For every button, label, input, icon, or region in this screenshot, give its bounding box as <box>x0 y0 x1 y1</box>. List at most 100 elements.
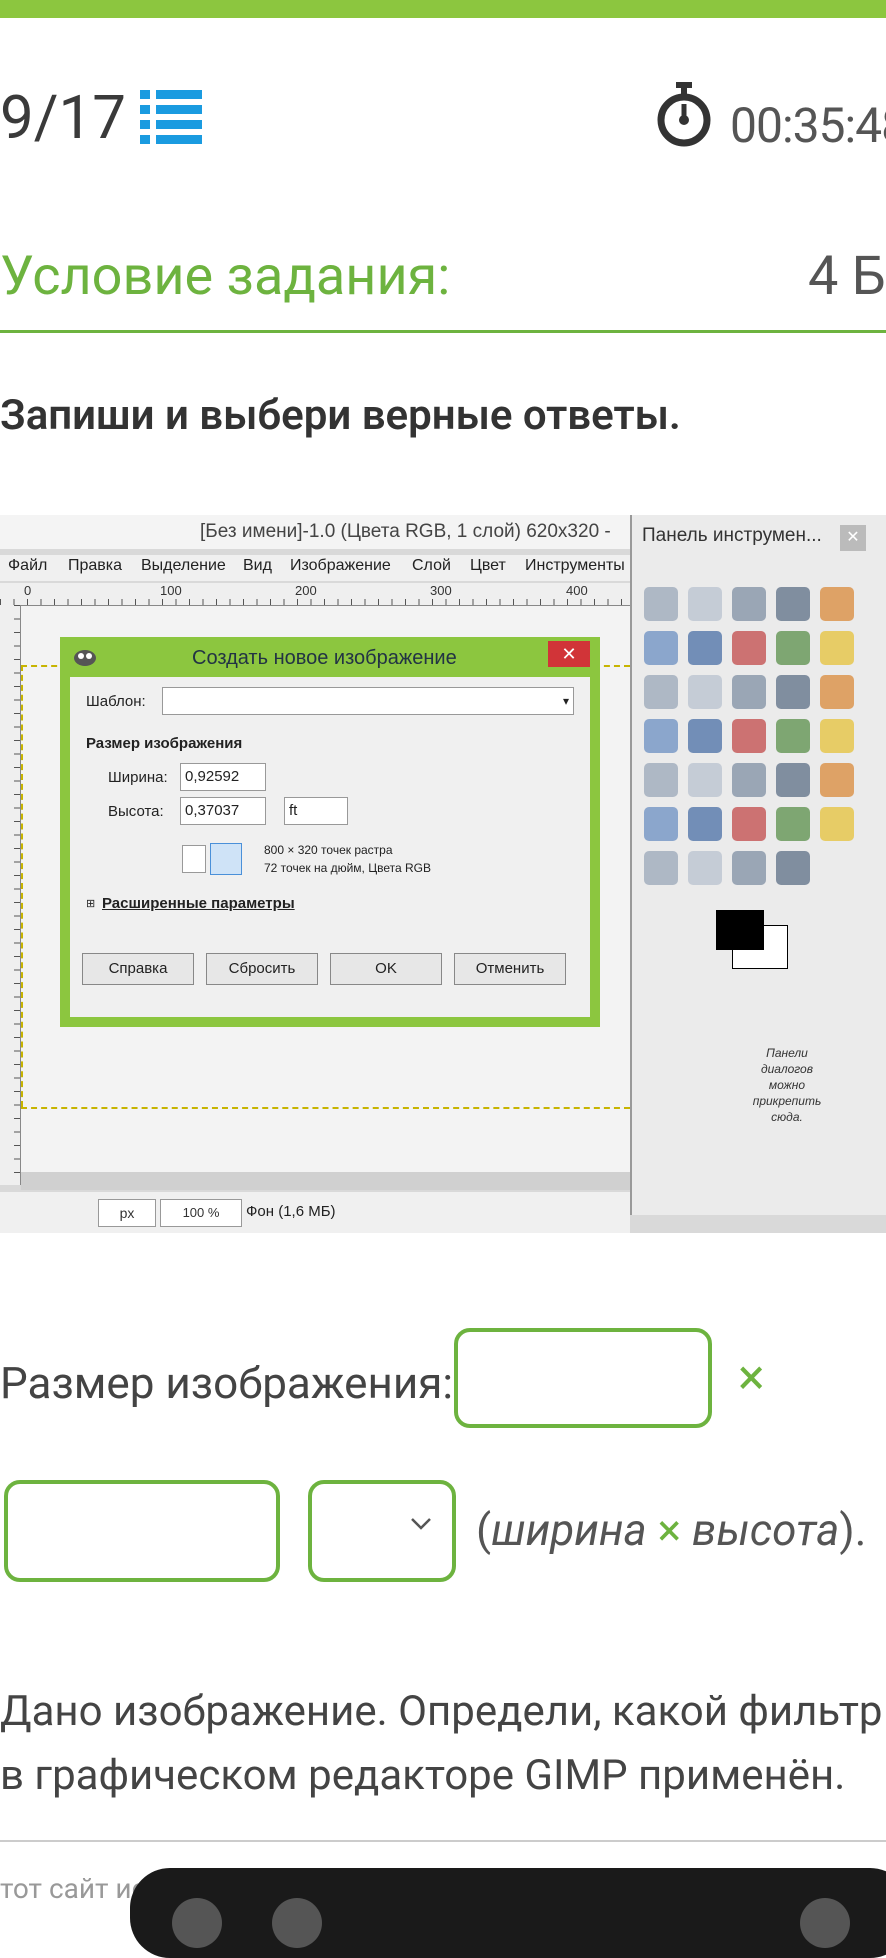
question-list-icon[interactable] <box>140 88 202 144</box>
reset-button: Сбросить <box>206 953 318 985</box>
gimp-tool-icon <box>688 719 722 753</box>
gimp-tool-icon <box>644 807 678 841</box>
status-unit: px <box>98 1199 156 1227</box>
unit-select[interactable] <box>308 1480 456 1582</box>
height-label: Высота: <box>108 803 164 820</box>
dialog-title: Создать новое изображение <box>192 647 457 669</box>
width-answer-input[interactable] <box>454 1328 712 1428</box>
gimp-hscrollbar <box>21 1172 630 1190</box>
gimp-vertical-ruler <box>0 605 21 1185</box>
gimp-menu-item: Цвет <box>470 557 506 574</box>
gimp-tool-icon <box>732 675 766 709</box>
dialog-close-icon: ✕ <box>548 641 590 667</box>
gimp-tool-icon <box>776 719 810 753</box>
gimp-tool-icon <box>688 763 722 797</box>
gimp-menu-item: Файл <box>8 557 48 574</box>
gimp-tool-icon <box>776 631 810 665</box>
gimp-menubar: Файл Правка Выделение Вид Изображение Сл… <box>0 555 630 581</box>
gimp-menu-item: Изображение <box>290 557 391 574</box>
hint-height: высота <box>692 1504 840 1556</box>
task2-line: в графическом редакторе GIMP применён. <box>0 1751 846 1800</box>
gimp-tool-icon <box>776 807 810 841</box>
gimp-tool-icon <box>820 763 854 797</box>
expand-icon: ⊞ <box>86 898 96 910</box>
condition-title: Условие задания: <box>0 245 451 308</box>
chevron-down-icon <box>411 1518 431 1530</box>
gimp-tool-icon <box>644 851 678 885</box>
hint-close-paren: ). <box>839 1504 867 1556</box>
hint-times-sign: × <box>657 1504 682 1556</box>
status-layer: Фон (1,6 МБ) <box>246 1203 336 1220</box>
toolbox-hint: Панели диалогов можно прикрепить сюда. <box>752 1046 822 1124</box>
portrait-icon <box>182 845 206 873</box>
gimp-tool-icon <box>688 587 722 621</box>
gimp-menu-item: Инструменты <box>525 557 625 574</box>
gimp-menu-item: Слой <box>412 557 451 574</box>
ruler-mark: 100 <box>160 583 182 598</box>
help-button: Справка <box>82 953 194 985</box>
gimp-tool-icon <box>820 719 854 753</box>
timer-display: 00:35:48 <box>730 97 886 154</box>
gimp-tool-icon <box>732 631 766 665</box>
gimp-tool-icon <box>732 807 766 841</box>
image-size-label: Размер изображения: <box>0 1357 454 1409</box>
gimp-tool-icon <box>820 807 854 841</box>
header-divider <box>0 330 886 333</box>
gimp-logo-icon <box>74 650 96 666</box>
close-icon[interactable] <box>800 1898 850 1948</box>
foreground-color-swatch <box>716 910 764 950</box>
ruler-mark: 200 <box>295 583 317 598</box>
gimp-tool-icon <box>732 851 766 885</box>
gimp-tool-icon <box>688 631 722 665</box>
template-label: Шаблон: <box>86 693 146 710</box>
task-instruction: Запиши и выбери верные ответы. <box>0 391 681 440</box>
dialog-body: Шаблон: ▾ Размер изображения Ширина: 0,9… <box>70 677 590 1017</box>
advanced-options: Расширенные параметры <box>102 895 295 912</box>
gimp-tool-icon <box>776 851 810 885</box>
task2-line: Дано изображение. Определи, какой фильтр <box>0 1687 883 1736</box>
gimp-horizontal-ruler: 0 100 200 300 400 <box>0 583 630 606</box>
gimp-tool-icon <box>688 851 722 885</box>
hint-width: ширина <box>491 1504 647 1556</box>
times-sign: × <box>738 1349 765 1407</box>
unit-value: ft <box>284 797 348 825</box>
landscape-icon <box>210 843 242 875</box>
new-image-dialog: Создать новое изображение ✕ Шаблон: ▾ Ра… <box>60 637 600 1027</box>
ok-button: OK <box>330 953 442 985</box>
gimp-tool-icon <box>776 763 810 797</box>
gimp-tool-icon <box>776 675 810 709</box>
ruler-mark: 0 <box>24 583 32 598</box>
height-value: 0,37037 <box>180 797 266 825</box>
canvas-boundary <box>21 665 23 1107</box>
gimp-tool-icon <box>776 587 810 621</box>
image-info-line2: 72 точек на дюйм, Цвета RGB <box>264 861 431 875</box>
points-badge: 4 Б. <box>808 245 886 308</box>
gimp-tool-icon <box>732 763 766 797</box>
gimp-tool-icon <box>820 675 854 709</box>
edit-icon[interactable] <box>172 1898 222 1948</box>
ruler-mark: 400 <box>566 583 588 598</box>
toolbox-title: Панель инструмен... <box>642 525 822 546</box>
toolbox-close-icon: ✕ <box>840 525 866 551</box>
top-accent-bar <box>0 0 886 18</box>
dimensions-hint: (ширина × высота). <box>476 1502 866 1558</box>
height-answer-input[interactable] <box>4 1480 280 1582</box>
footer-text: тот сайт ис <box>0 1872 147 1905</box>
gimp-tool-icon <box>644 675 678 709</box>
width-value: 0,92592 <box>180 763 266 791</box>
gimp-tool-icon <box>644 719 678 753</box>
gimp-menu-item: Правка <box>68 557 123 574</box>
template-select: ▾ <box>162 687 574 715</box>
trash-icon[interactable] <box>272 1898 322 1948</box>
task2-text: Дано изображение. Определи, какой фильтр… <box>0 1680 883 1808</box>
gimp-window-title: [Без имени]-1.0 (Цвета RGB, 1 слой) 620x… <box>200 521 611 542</box>
dialog-titlebar: Создать новое изображение ✕ <box>60 637 600 675</box>
status-zoom: 100 % <box>160 1199 242 1227</box>
gimp-tool-icon <box>644 587 678 621</box>
gimp-tool-icon <box>732 587 766 621</box>
gimp-screenshot: [Без имени]-1.0 (Цвета RGB, 1 слой) 620x… <box>0 515 886 1233</box>
hint-open-paren: ( <box>476 1504 492 1556</box>
gimp-tool-icon <box>644 763 678 797</box>
gimp-menu-item: Выделение <box>141 557 226 574</box>
bottom-toolbar[interactable] <box>130 1868 886 1958</box>
